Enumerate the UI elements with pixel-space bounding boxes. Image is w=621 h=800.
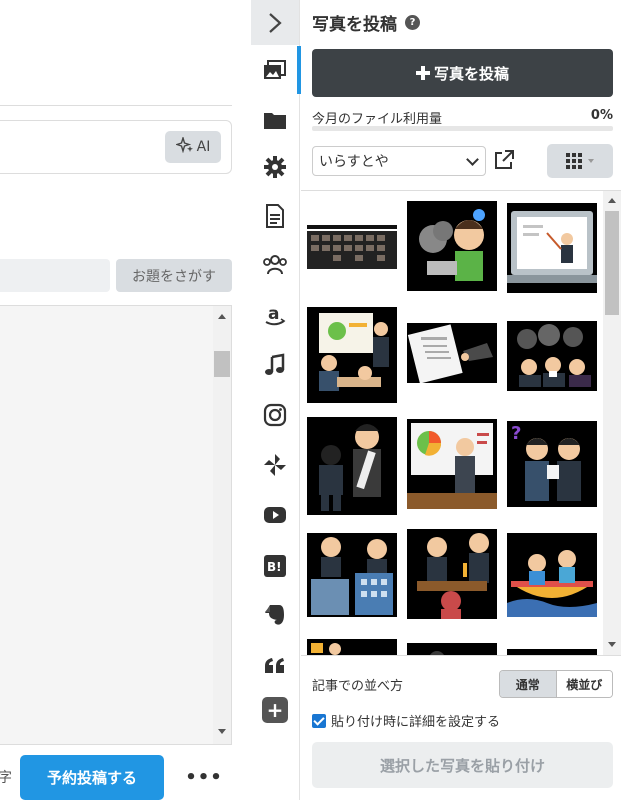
sidebar-item-document[interactable] — [250, 198, 300, 234]
hatena-bookmark-icon: B! — [264, 555, 286, 577]
gallery-thumbnail[interactable] — [307, 533, 397, 617]
detail-checkbox-label: 貼り付け時に詳細を設定する — [331, 715, 501, 730]
schedule-post-button[interactable]: 予約投稿する — [20, 755, 164, 800]
gallery-thumbnail[interactable] — [307, 639, 397, 655]
order-option-horizontal[interactable]: 横並び — [555, 671, 612, 697]
panel-title: 写真を投稿 — [312, 15, 397, 35]
svg-text:a: a — [268, 304, 279, 324]
sparkle-icon — [174, 135, 194, 157]
external-link-icon[interactable] — [493, 149, 515, 171]
sidebar-item-hatena[interactable]: B! — [250, 548, 300, 584]
svg-text:?: ? — [511, 423, 521, 444]
sidebar-item-quote[interactable] — [250, 647, 300, 683]
sidebar-item-music[interactable] — [250, 347, 300, 383]
gallery-thumbnail[interactable] — [507, 649, 597, 655]
pinwheel-icon — [264, 454, 286, 476]
gallery-thumbnail[interactable] — [507, 321, 597, 391]
gallery-scrollbar[interactable] — [603, 191, 621, 655]
collapse-panel-button[interactable] — [251, 0, 299, 45]
title-input-row[interactable]: AI — [0, 120, 232, 174]
post-photo-button[interactable]: 写真を投稿 — [312, 49, 613, 97]
ai-button[interactable]: AI — [165, 131, 221, 163]
scroll-thumb[interactable] — [605, 211, 619, 315]
gallery-thumbnail[interactable] — [407, 419, 497, 509]
paste-selected-photos-button[interactable]: 選択した写真を貼り付け — [312, 742, 613, 788]
app-root: AI お題をさがす 字 予約投稿する ••• a B! + 写真を投稿 ? 写真… — [0, 0, 621, 800]
help-icon[interactable]: ? — [405, 15, 420, 30]
amazon-icon: a — [265, 304, 286, 326]
panel-header: 写真を投稿 ? — [312, 10, 420, 35]
add-service-button[interactable]: + — [262, 697, 288, 723]
more-options-button[interactable]: ••• — [185, 765, 222, 789]
post-photo-label: 写真を投稿 — [433, 64, 509, 83]
image-gallery: ? — [301, 190, 621, 656]
document-icon — [266, 204, 284, 228]
gallery-thumbnail[interactable] — [307, 307, 397, 403]
gallery-thumbnail[interactable] — [407, 643, 497, 655]
folder-icon — [264, 113, 286, 129]
gallery-thumbnail[interactable] — [407, 201, 497, 291]
divider — [0, 105, 232, 106]
scroll-down-arrow-icon[interactable] — [608, 642, 616, 647]
usage-bar — [312, 126, 613, 131]
sidebar-item-folder[interactable] — [250, 102, 300, 138]
users-icon — [263, 255, 287, 275]
sidebar-item-evernote[interactable] — [250, 597, 300, 633]
grid-view-button[interactable] — [547, 144, 613, 178]
detail-checkbox[interactable] — [312, 713, 326, 728]
sidebar-item-youtube[interactable] — [250, 497, 300, 533]
char-count-unit: 字 — [0, 770, 12, 786]
gallery-thumbnail[interactable] — [407, 323, 497, 383]
sidebar-item-amazon[interactable]: a — [250, 297, 300, 333]
body-editor[interactable] — [0, 305, 232, 745]
sidebar-item-settings[interactable] — [250, 149, 300, 185]
quote-icon — [265, 658, 284, 673]
sidebar-icon-rail: a B! + — [250, 0, 301, 800]
image-source-value: いらすとや — [319, 154, 389, 170]
image-source-select[interactable]: いらすとや — [312, 146, 486, 176]
evernote-icon — [265, 605, 284, 625]
order-toggle: 通常 横並び — [499, 670, 613, 698]
chevron-down-icon — [466, 152, 479, 166]
scroll-up-arrow-icon[interactable] — [218, 314, 226, 319]
usage-label: 今月のファイル利用量 — [312, 112, 443, 127]
gallery-thumbnail[interactable] — [307, 203, 397, 269]
topic-search-button[interactable]: お題をさがす — [116, 259, 232, 292]
detail-setting-row[interactable]: 貼り付け時に詳細を設定する — [312, 711, 500, 730]
gallery-thumbnail[interactable] — [507, 533, 597, 617]
gallery-thumbnail[interactable]: ? — [507, 421, 597, 507]
caret-down-icon — [588, 159, 594, 163]
gallery-thumbnail[interactable] — [507, 203, 597, 293]
sidebar-item-photos[interactable] — [250, 46, 301, 94]
editor-area: AI お題をさがす 字 予約投稿する ••• — [0, 0, 250, 800]
usage-percent: 0% — [590, 108, 613, 123]
youtube-icon — [264, 507, 286, 523]
grid-icon — [566, 153, 582, 169]
editor-scrollbar[interactable] — [213, 306, 231, 744]
ai-button-label: AI — [196, 139, 211, 155]
svg-text:B!: B! — [267, 560, 282, 574]
sidebar-item-pinwheel[interactable] — [250, 447, 300, 483]
sidebar-item-users[interactable] — [250, 246, 300, 282]
sidebar-item-instagram[interactable] — [250, 397, 300, 433]
topic-input[interactable] — [0, 259, 110, 292]
plus-icon — [415, 66, 430, 80]
scroll-thumb[interactable] — [214, 351, 230, 377]
scroll-up-arrow-icon[interactable] — [608, 198, 616, 203]
order-label: 記事での並べ方 — [312, 679, 404, 694]
chevron-right-icon — [269, 12, 282, 33]
photo-panel: 写真を投稿 ? 写真を投稿 今月のファイル利用量 0% いらすとや ? 記事での… — [301, 0, 621, 800]
gallery-thumbnail[interactable] — [407, 529, 497, 619]
gallery-thumbnail[interactable] — [307, 417, 397, 515]
photo-icon — [264, 60, 286, 79]
instagram-icon — [263, 403, 287, 427]
gear-icon — [264, 156, 286, 178]
music-note-icon — [265, 353, 285, 375]
order-option-normal[interactable]: 通常 — [500, 671, 556, 697]
scroll-down-arrow-icon[interactable] — [218, 729, 226, 734]
